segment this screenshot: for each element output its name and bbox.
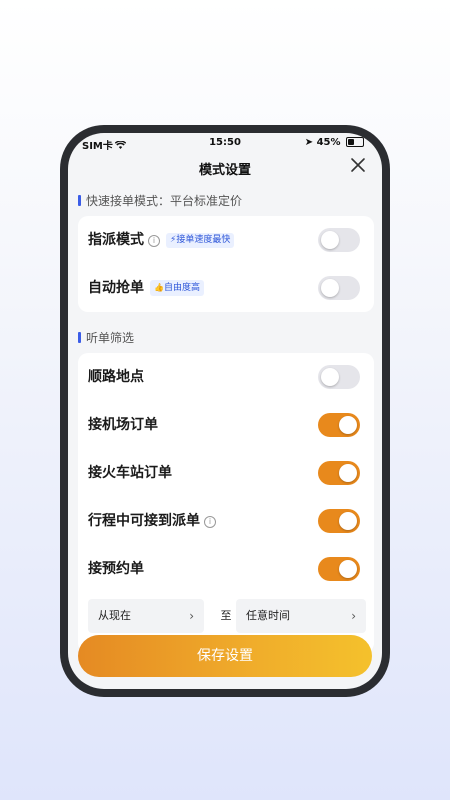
along-route-toggle[interactable] <box>318 365 360 389</box>
auto-grab-toggle[interactable] <box>318 276 360 300</box>
location-arrow-icon: ➤ <box>304 137 314 148</box>
row-assign-mode: 指派模式 i ⚡接单速度最快 <box>78 216 374 264</box>
info-icon[interactable]: i <box>204 516 216 528</box>
filter-card: 顺路地点 接机场订单 接火车站订单 行程中可接到派单 i 接预约单 从现在 › 至 <box>78 353 374 653</box>
toggle-knob <box>321 231 339 249</box>
toggle-knob <box>321 368 339 386</box>
toggle-knob <box>339 512 357 530</box>
toggle-knob <box>321 279 339 297</box>
train-station-orders-toggle[interactable] <box>318 461 360 485</box>
row-auto-grab: 自动抢单 👍自由度高 <box>78 264 374 312</box>
freedom-badge: 👍自由度高 <box>150 280 204 296</box>
section-title-fast: 快速接单模式：平台标准定价 <box>78 192 242 209</box>
dispatch-during-trip-toggle[interactable] <box>318 509 360 533</box>
toggle-knob <box>339 464 357 482</box>
reservation-time-range: 从现在 › 至 任意时间 › <box>88 599 366 633</box>
close-button[interactable] <box>348 155 368 175</box>
row-dispatch-during-trip: 行程中可接到派单 i <box>78 497 374 545</box>
save-settings-button[interactable]: 保存设置 <box>78 635 372 677</box>
assign-mode-toggle[interactable] <box>318 228 360 252</box>
row-reservation-orders: 接预约单 <box>78 545 374 593</box>
row-label: 接预约单 <box>88 561 144 577</box>
time-to-picker[interactable]: 任意时间 › <box>236 599 366 633</box>
row-label: 接火车站订单 <box>88 465 172 481</box>
speed-badge: ⚡接单速度最快 <box>166 233 235 248</box>
row-train-station-orders: 接火车站订单 <box>78 449 374 497</box>
close-icon <box>351 158 365 172</box>
row-along-route: 顺路地点 <box>78 353 374 401</box>
row-airport-orders: 接机场订单 <box>78 401 374 449</box>
time-from-picker[interactable]: 从现在 › <box>88 599 204 633</box>
row-label: 顺路地点 <box>88 369 144 385</box>
phone-screen: SIM卡 15:50 ➤ 45% 模式设置 快速接单模式：平台标准定价 指派模式… <box>68 133 382 689</box>
page-title: 模式设置 <box>198 163 251 178</box>
toggle-knob <box>339 416 357 434</box>
thumb-up-icon: 👍 <box>154 283 164 292</box>
reservation-orders-toggle[interactable] <box>318 557 360 581</box>
row-label: 行程中可接到派单 i <box>88 497 216 545</box>
row-label: 指派模式 i ⚡接单速度最快 <box>88 216 235 264</box>
status-bar: SIM卡 15:50 ➤ 45% <box>68 133 382 153</box>
info-icon[interactable]: i <box>148 235 160 247</box>
battery-icon <box>346 137 364 147</box>
battery-percent: 45% <box>316 137 341 148</box>
chevron-right-icon: › <box>351 609 356 623</box>
chevron-right-icon: › <box>189 609 194 623</box>
row-label: 接机场订单 <box>88 417 158 433</box>
fast-mode-card: 指派模式 i ⚡接单速度最快 自动抢单 👍自由度高 <box>78 216 374 312</box>
row-label: 自动抢单 👍自由度高 <box>88 264 204 312</box>
toggle-knob <box>339 560 357 578</box>
section-title-filter: 听单筛选 <box>78 329 134 346</box>
airport-orders-toggle[interactable] <box>318 413 360 437</box>
status-right: ➤ 45% <box>305 137 364 148</box>
